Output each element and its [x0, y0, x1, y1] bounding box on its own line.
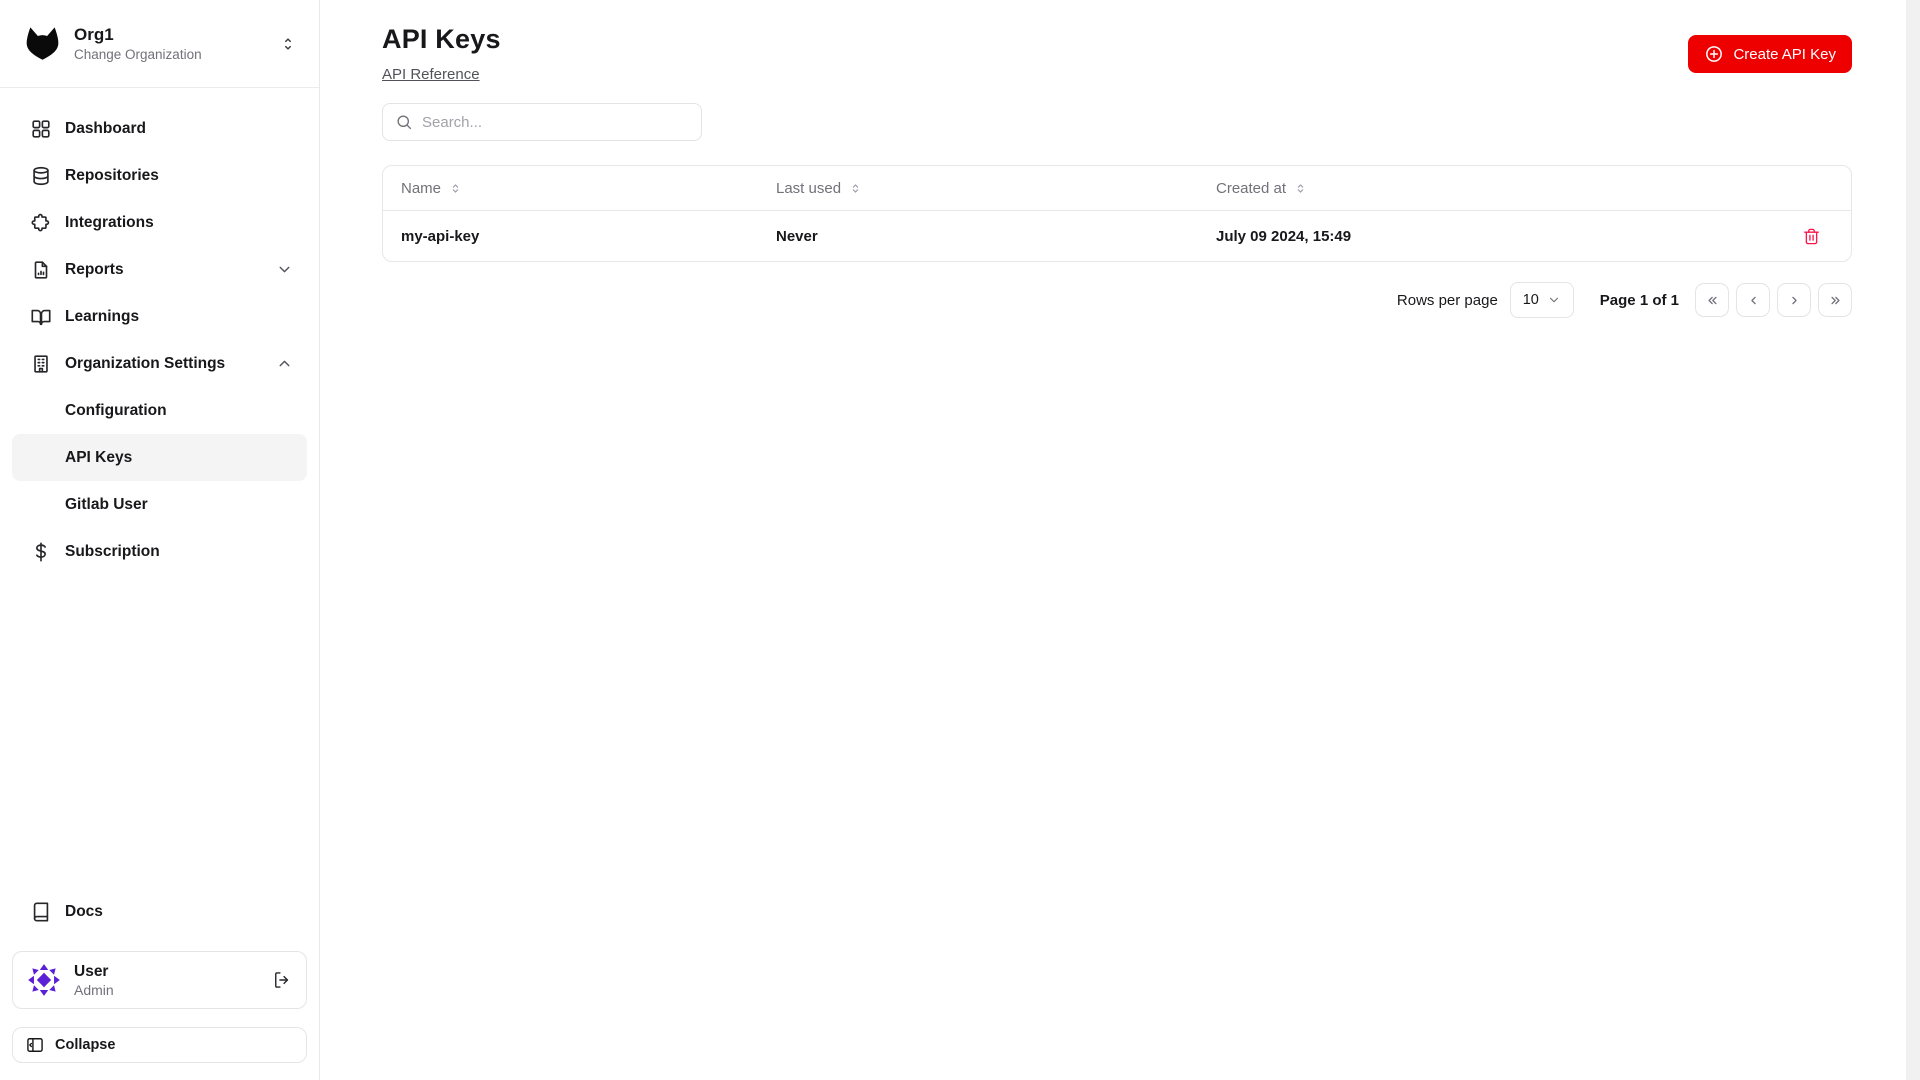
rows-per-page-select[interactable]: 10 [1509, 282, 1574, 318]
page-title: API Keys [382, 24, 501, 54]
main-content: API Keys API Reference Create API Key Na… [320, 0, 1906, 1080]
column-label: Last used [776, 179, 842, 197]
sort-icon [449, 182, 462, 195]
chevrons-up-down-icon [279, 35, 297, 53]
trash-icon [1802, 227, 1821, 246]
user-name: User [74, 962, 109, 980]
last-page-button[interactable] [1818, 283, 1852, 317]
grid-icon [30, 118, 52, 140]
sort-icon [849, 182, 862, 195]
plus-circle-icon [1704, 44, 1724, 64]
next-page-button[interactable] [1777, 283, 1811, 317]
create-api-key-label: Create API Key [1733, 45, 1836, 63]
sidebar-item-label: Integrations [65, 213, 154, 231]
page-info: Page 1 of 1 [1599, 291, 1679, 309]
change-organization-label[interactable]: Change Organization [74, 47, 202, 62]
user-card[interactable]: User Admin [12, 951, 307, 1009]
search-box [382, 103, 702, 141]
user-role: Admin [74, 981, 114, 998]
sidebar-item-label: Docs [65, 902, 103, 920]
puzzle-icon [30, 212, 52, 234]
collapse-sidebar-button[interactable]: Collapse [12, 1027, 307, 1063]
table-row: my-api-key Never July 09 2024, 15:49 [383, 211, 1851, 261]
column-header-name[interactable]: Name [383, 180, 758, 197]
chevron-down-icon [1547, 293, 1561, 307]
cell-created-at: July 09 2024, 15:49 [1216, 227, 1352, 245]
sidebar-item-dashboard[interactable]: Dashboard [12, 105, 307, 152]
cell-name: my-api-key [401, 227, 480, 245]
org-switcher[interactable]: Org1 Change Organization [0, 0, 319, 88]
sidebar-item-label: Learnings [65, 307, 140, 325]
pagination-bar: Rows per page 10 Page 1 of 1 [382, 282, 1852, 318]
sidebar-item-integrations[interactable]: Integrations [12, 199, 307, 246]
sort-icon [1294, 182, 1307, 195]
delete-api-key-button[interactable] [1802, 227, 1821, 246]
avatar [25, 961, 63, 999]
sidebar-nav: Dashboard Repositories Integrations Repo… [0, 88, 319, 575]
create-api-key-button[interactable]: Create API Key [1688, 35, 1852, 73]
chevrons-left-icon [1705, 293, 1720, 308]
sidebar-item-label: Dashboard [65, 119, 146, 137]
column-label: Name [401, 179, 442, 197]
sidebar-item-label: Repositories [65, 166, 159, 184]
column-header-created-at[interactable]: Created at [1198, 180, 1771, 197]
collapse-label: Collapse [55, 1037, 116, 1053]
chevrons-right-icon [1828, 293, 1843, 308]
column-label: Created at [1216, 179, 1287, 197]
sidebar-item-label: Organization Settings [65, 354, 226, 372]
api-keys-table: Name Last used Created at my-api-key Nev… [382, 165, 1852, 262]
table-header-row: Name Last used Created at [383, 166, 1851, 211]
sidebar-item-reports[interactable]: Reports [12, 246, 307, 293]
book-open-icon [30, 306, 52, 328]
sidebar-item-learnings[interactable]: Learnings [12, 293, 307, 340]
sidebar-item-subscription[interactable]: Subscription [12, 528, 307, 575]
rows-per-page-value: 10 [1522, 292, 1539, 308]
api-reference-link[interactable]: API Reference [382, 66, 480, 83]
first-page-button[interactable] [1695, 283, 1729, 317]
org-name: Org1 [74, 25, 114, 44]
sidebar-item-organization-settings[interactable]: Organization Settings [12, 340, 307, 387]
chevron-up-icon [276, 355, 293, 372]
panel-collapse-icon [25, 1035, 45, 1055]
sidebar-bottom: Docs User Admin Collapse [0, 888, 319, 1080]
previous-page-button[interactable] [1736, 283, 1770, 317]
dollar-icon [30, 541, 52, 563]
search-icon [395, 113, 413, 131]
scrollbar-track[interactable] [1906, 0, 1920, 1080]
sidebar: Org1 Change Organization Dashboard Repos… [0, 0, 320, 1080]
org-switch-button[interactable] [279, 35, 297, 53]
cell-last-used: Never [776, 227, 818, 245]
rows-per-page-label: Rows per page [1396, 291, 1498, 309]
logout-button[interactable] [272, 970, 292, 990]
org-logo-icon [24, 26, 61, 61]
chevron-down-icon [276, 261, 293, 278]
sidebar-item-label: Reports [65, 260, 124, 278]
database-icon [30, 165, 52, 187]
file-chart-icon [30, 259, 52, 281]
sidebar-item-docs[interactable]: Docs [12, 888, 307, 935]
search-input[interactable] [422, 113, 689, 131]
building-icon [30, 353, 52, 375]
sidebar-item-configuration[interactable]: Configuration [12, 387, 307, 434]
chevron-right-icon [1787, 293, 1802, 308]
sidebar-item-gitlab-user[interactable]: Gitlab User [12, 481, 307, 528]
sidebar-item-label: API Keys [65, 448, 133, 466]
column-header-last-used[interactable]: Last used [758, 180, 1198, 197]
sidebar-item-label: Configuration [65, 401, 167, 419]
sidebar-item-label: Subscription [65, 542, 160, 560]
sidebar-item-api-keys[interactable]: API Keys [12, 434, 307, 481]
book-icon [30, 901, 52, 923]
chevron-left-icon [1746, 293, 1761, 308]
sidebar-item-repositories[interactable]: Repositories [12, 152, 307, 199]
sidebar-item-label: Gitlab User [65, 495, 148, 513]
logout-icon [272, 970, 292, 990]
